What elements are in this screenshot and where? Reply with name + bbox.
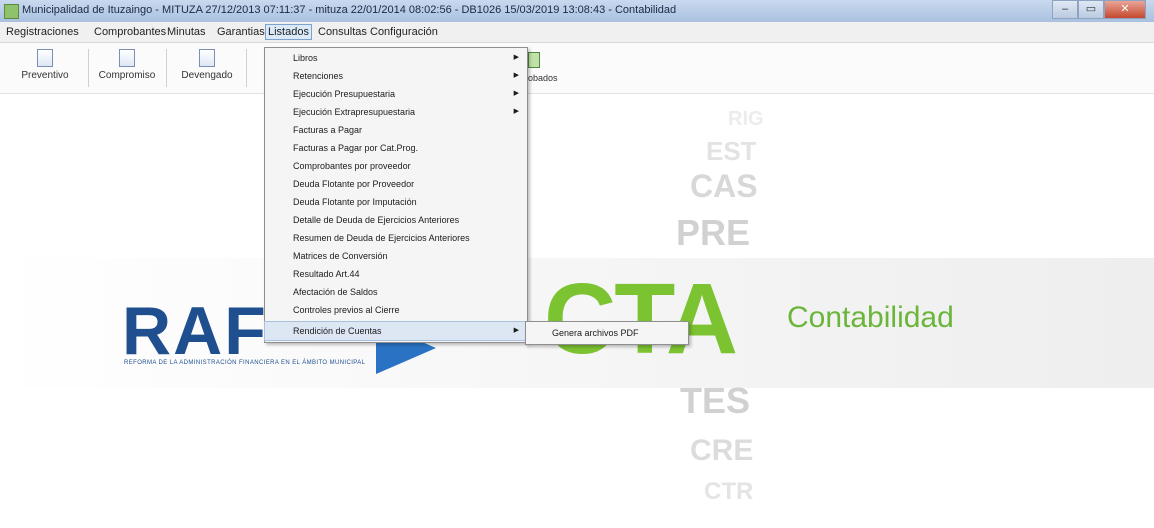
menu-item-label: Rendición de Cuentas [293,326,382,336]
cta-logo: CTA [544,263,738,375]
menu-minutas[interactable]: Minutas [165,25,208,39]
menu-item-facturas-a-pagar[interactable]: Facturas a Pagar [265,121,527,139]
toolbar-divider [246,49,247,87]
menu-item-label: Resultado Art.44 [293,269,360,279]
minimize-icon[interactable]: – [1052,0,1078,19]
menu-comprobantes[interactable]: Comprobantes [92,25,168,39]
toolbar-divider [88,49,89,87]
cta-subtitle: Contabilidad [787,301,954,334]
menu-item-detalle-deuda[interactable]: Detalle de Deuda de Ejercicios Anteriore… [265,211,527,229]
menu-registraciones[interactable]: Registraciones [4,25,81,39]
ghost-word: RIG [728,108,764,130]
menu-item-label: Ejecución Extrapresupuestaria [293,107,416,117]
menu-item-afectacion-saldos[interactable]: Afectación de Saldos [265,283,527,301]
menu-item-label: Deuda Flotante por Imputación [293,197,417,207]
menu-consultas[interactable]: Consultas [316,25,369,39]
compromiso-label: Compromiso [98,70,156,81]
submenu-arrow-icon: ▶ [513,90,519,97]
submenu-arrow-icon: ▶ [513,72,519,79]
fine-print [787,391,1057,398]
ghost-word: PRE [676,212,751,253]
toolbar-divider [166,49,167,87]
menu-listados[interactable]: Listados [265,24,312,40]
menu-item-comprobantes-por-proveedor[interactable]: Comprobantes por proveedor [265,157,527,175]
menu-item-ejecucion-presupuestaria[interactable]: Ejecución Presupuestaria ▶ [265,85,527,103]
menu-item-label: Matrices de Conversión [293,251,388,261]
raf-tagline: REFORMA DE LA ADMINISTRACIÓN FINANCIERA … [124,360,366,366]
ghost-word: CTR [704,478,754,505]
menu-bar: Registraciones Comprobantes Minutas Gara… [0,22,1154,43]
menu-item-deuda-flotante-imputacion[interactable]: Deuda Flotante por Imputación [265,193,527,211]
menu-item-libros[interactable]: Libros ▶ [265,49,527,67]
submenu-arrow-icon: ▶ [513,108,519,115]
ghost-word: TES [680,380,751,421]
preventivo-button[interactable]: Preventivo [10,47,80,91]
app-icon [4,4,19,19]
menu-garantias[interactable]: Garantias [215,25,267,39]
maximize-icon[interactable]: ▭ [1078,0,1104,19]
menu-item-genera-archivos-pdf[interactable]: Genera archivos PDF [552,322,639,344]
desktop-background: RIG EST CAS PRE RAF REFORMA DE LA ADMINI… [0,94,1154,528]
approved-icon [528,52,540,68]
menu-item-label: Facturas a Pagar [293,125,363,135]
menu-item-label: Resumen de Deuda de Ejercicios Anteriore… [293,233,470,243]
menu-item-label: Controles previos al Cierre [293,305,400,315]
close-icon[interactable]: ✕ [1104,0,1146,19]
window-controls: – ▭ ✕ [1052,0,1146,19]
aprobados-partial-label: obados [528,73,558,83]
devengado-label: Devengado [181,70,233,81]
submenu-arrow-icon: ▶ [513,54,519,61]
menu-item-label: Deuda Flotante por Proveedor [293,179,415,189]
window-title: Municipalidad de Ituzaingo - MITUZA 27/1… [22,4,677,16]
ghost-word: EST [706,136,757,166]
menu-item-label: Afectación de Saldos [293,287,378,297]
menu-item-matrices-conversion[interactable]: Matrices de Conversión [265,247,527,265]
menu-item-label: Detalle de Deuda de Ejercicios Anteriore… [293,215,460,225]
document-icon [37,49,53,67]
menu-item-deuda-flotante-proveedor[interactable]: Deuda Flotante por Proveedor [265,175,527,193]
toolbar: Preventivo Compromiso Devengado [0,43,1154,94]
menu-item-label: Ejecución Presupuestaria [293,89,396,99]
rendicion-submenu: Genera archivos PDF [525,321,689,345]
compromiso-button[interactable]: Compromiso [92,47,162,91]
listados-dropdown-menu: Libros ▶ Retenciones ▶ Ejecución Presupues… [264,47,528,343]
preventivo-label: Preventivo [21,70,69,81]
raf-logo: RAF [122,293,268,369]
menu-configuracion[interactable]: Configuración [368,25,440,39]
menu-item-label: Libros [293,53,318,63]
title-bar: Municipalidad de Ituzaingo - MITUZA 27/1… [0,0,1154,23]
ghost-word: CAS [690,168,758,204]
menu-item-resultado-art44[interactable]: Resultado Art.44 [265,265,527,283]
submenu-arrow-icon: ▶ [513,327,519,334]
devengado-button[interactable]: Devengado [172,47,242,91]
menu-item-facturas-por-cat-prog[interactable]: Facturas a Pagar por Cat.Prog. [265,139,527,157]
menu-item-resumen-deuda[interactable]: Resumen de Deuda de Ejercicios Anteriore… [265,229,527,247]
menu-item-ejecucion-extrapresupuestaria[interactable]: Ejecución Extrapresupuestaria ▶ [265,103,527,121]
menu-item-label: Facturas a Pagar por Cat.Prog. [293,143,419,153]
ghost-word: CRE [690,434,754,467]
menu-item-rendicion-de-cuentas[interactable]: Rendición de Cuentas ▶ [264,321,528,341]
document-icon [199,49,215,67]
document-icon [119,49,135,67]
menu-item-label: Comprobantes por proveedor [293,161,411,171]
menu-item-label: Retenciones [293,71,344,81]
menu-item-controles-previos[interactable]: Controles previos al Cierre [265,301,527,319]
menu-item-retenciones[interactable]: Retenciones ▶ [265,67,527,85]
